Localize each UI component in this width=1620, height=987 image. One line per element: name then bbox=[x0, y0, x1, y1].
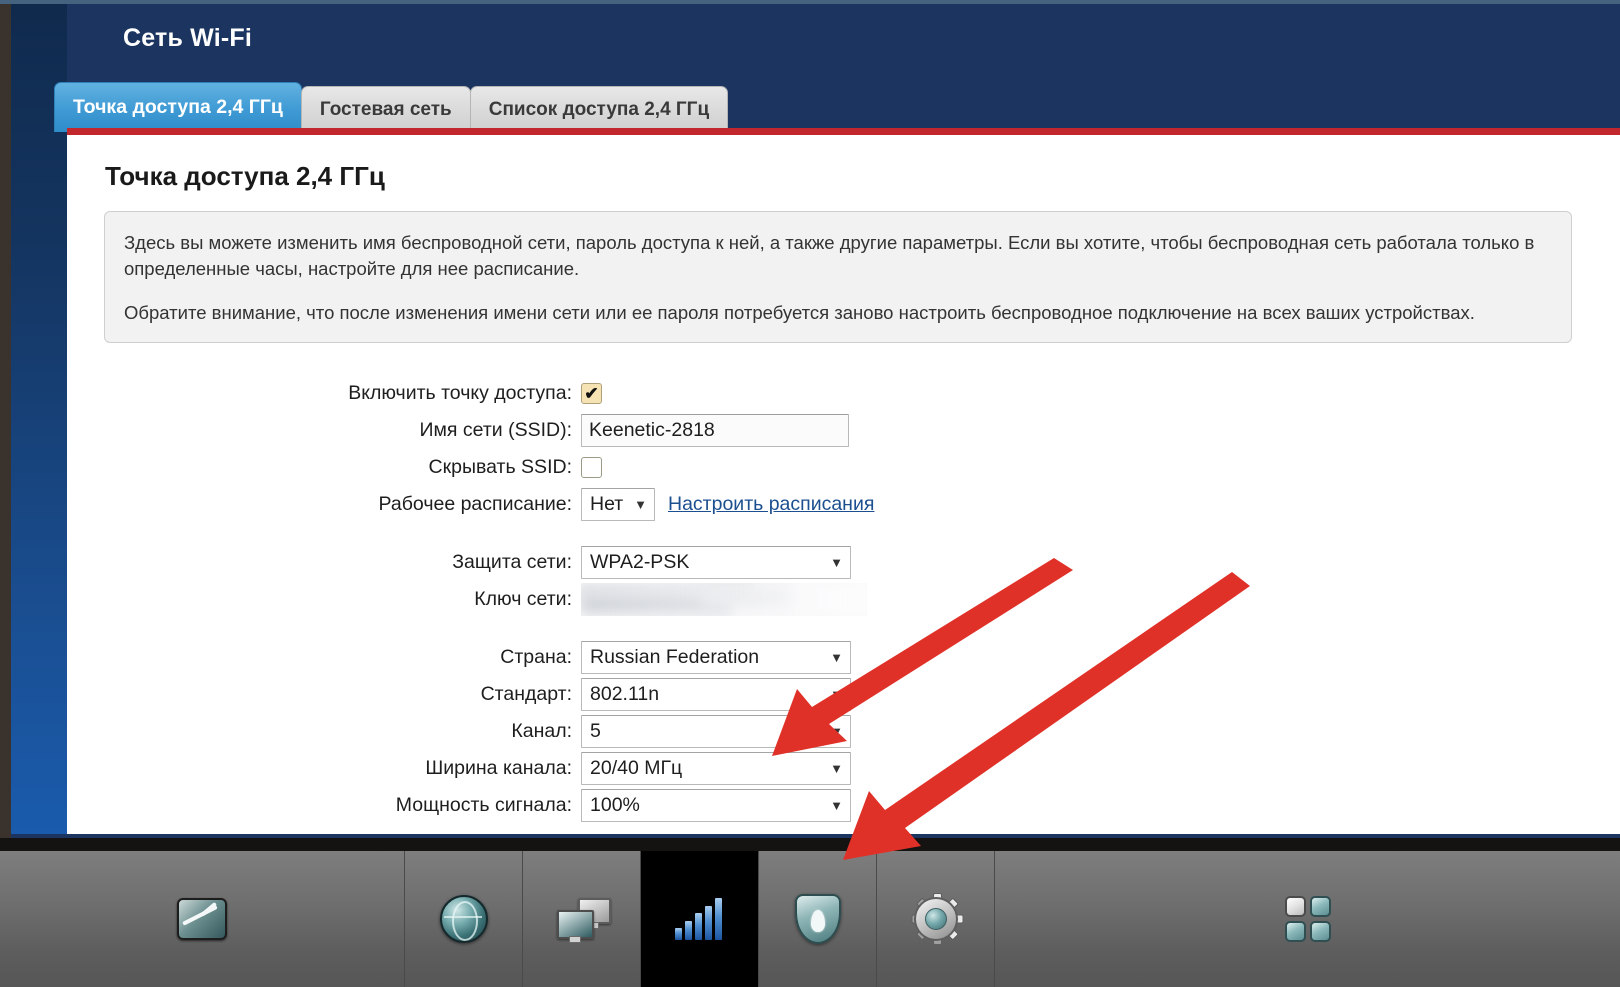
tab-guest-network[interactable]: Гостевая сеть bbox=[300, 86, 471, 132]
channel-select[interactable]: 5 ▼ bbox=[581, 715, 851, 748]
schedule-select-value: Нет bbox=[590, 493, 624, 515]
hide-ssid-label: Скрывать SSID: bbox=[428, 456, 572, 478]
section-heading: Точка доступа 2,4 ГГц bbox=[105, 161, 385, 191]
standard-select[interactable]: 802.11n ▼ bbox=[581, 678, 851, 711]
info-paragraph-2: Обратите внимание, что после изменения и… bbox=[124, 301, 1475, 323]
row-enable-ap: Включить точку доступа: ✔ bbox=[85, 375, 1620, 412]
row-channel: Канал: 5 ▼ bbox=[85, 713, 1620, 750]
chevron-down-icon: ▼ bbox=[830, 687, 843, 702]
standard-select-value: 802.11n bbox=[590, 683, 660, 705]
country-select-value: Russian Federation bbox=[590, 646, 760, 668]
network-key-label: Ключ сети: bbox=[474, 588, 572, 610]
channel-width-label: Ширина канала: bbox=[425, 757, 572, 779]
enable-ap-label: Включить точку доступа: bbox=[348, 382, 572, 404]
ssid-input[interactable]: Keenetic-2818 bbox=[581, 414, 849, 447]
appbar-item-internet[interactable] bbox=[405, 851, 523, 987]
appbar-item-chart[interactable] bbox=[0, 851, 405, 987]
schedule-select[interactable]: Нет ▼ bbox=[581, 488, 655, 521]
appbar-item-home-network[interactable] bbox=[523, 851, 641, 987]
chart-icon bbox=[177, 898, 227, 940]
access-point-form: Включить точку доступа: ✔ Имя сети (SSID… bbox=[85, 375, 1620, 824]
tab-bar: Точка доступа 2,4 ГГц Гостевая сеть Спис… bbox=[54, 82, 729, 132]
signal-power-select[interactable]: 100% ▼ bbox=[581, 789, 851, 822]
appbar-item-signal-bars[interactable] bbox=[641, 851, 759, 987]
signal-power-select-value: 100% bbox=[590, 794, 640, 816]
row-country: Страна: Russian Federation ▼ bbox=[85, 639, 1620, 676]
country-label: Страна: bbox=[500, 646, 572, 668]
globe-icon bbox=[439, 895, 488, 943]
appbar-item-settings[interactable] bbox=[877, 851, 995, 987]
tab-access-list-24[interactable]: Список доступа 2,4 ГГц bbox=[469, 86, 729, 132]
info-box: Здесь вы можете изменить имя беспроводно… bbox=[104, 211, 1572, 343]
row-ssid: Имя сети (SSID): Keenetic-2818 bbox=[85, 412, 1620, 449]
row-channel-width: Ширина канала: 20/40 МГц ▼ bbox=[85, 750, 1620, 787]
router-web-interface: Сеть Wi-Fi Точка доступа 2,4 ГГц Гостева… bbox=[0, 0, 1620, 838]
row-network-key: Ключ сети: bbox=[85, 581, 1620, 618]
chevron-down-icon: ▼ bbox=[830, 650, 843, 665]
apps-tiles-icon bbox=[1284, 896, 1331, 942]
chevron-down-icon: ▼ bbox=[830, 761, 843, 776]
enable-ap-checkbox[interactable]: ✔ bbox=[581, 383, 602, 404]
page-title: Сеть Wi-Fi bbox=[123, 24, 253, 52]
hide-ssid-checkbox[interactable] bbox=[581, 457, 602, 478]
channel-select-value: 5 bbox=[590, 720, 601, 742]
schedule-label: Рабочее расписание: bbox=[378, 493, 572, 515]
signal-power-label: Мощность сигнала: bbox=[395, 794, 572, 816]
configure-schedules-link[interactable]: Настроить расписания bbox=[668, 493, 874, 516]
app-bar-top-edge bbox=[0, 838, 1620, 851]
network-key-input[interactable] bbox=[581, 583, 867, 616]
chevron-down-icon: ▼ bbox=[830, 724, 843, 739]
app-bar-items bbox=[0, 851, 1620, 987]
channel-width-select[interactable]: 20/40 МГц ▼ bbox=[581, 752, 851, 785]
row-signal-power: Мощность сигнала: 100% ▼ bbox=[85, 787, 1620, 824]
row-standard: Стандарт: 802.11n ▼ bbox=[85, 676, 1620, 713]
chevron-down-icon: ▼ bbox=[634, 497, 647, 512]
appbar-item-firewall[interactable] bbox=[759, 851, 877, 987]
standard-label: Стандарт: bbox=[480, 683, 572, 705]
security-select-value: WPA2-PSK bbox=[590, 551, 690, 573]
info-paragraph-1: Здесь вы можете изменить имя беспроводно… bbox=[124, 232, 1535, 280]
security-select[interactable]: WPA2-PSK ▼ bbox=[581, 546, 851, 579]
security-label: Защита сети: bbox=[452, 551, 572, 573]
redaction-blur bbox=[581, 583, 867, 616]
appbar-item-applications[interactable] bbox=[995, 851, 1620, 987]
row-hide-ssid: Скрывать SSID: bbox=[85, 449, 1620, 486]
tab-access-point-24[interactable]: Точка доступа 2,4 ГГц bbox=[54, 82, 302, 132]
row-security: Защита сети: WPA2-PSK ▼ bbox=[85, 544, 1620, 581]
signal-bars-icon bbox=[674, 898, 725, 940]
row-schedule: Рабочее расписание: Нет ▼ Настроить расп… bbox=[85, 486, 1620, 523]
window-left-chrome bbox=[0, 0, 11, 838]
country-select[interactable]: Russian Federation ▼ bbox=[581, 641, 851, 674]
content-panel: Точка доступа 2,4 ГГц Здесь вы можете из… bbox=[67, 135, 1620, 834]
header-red-divider bbox=[67, 128, 1620, 135]
channel-label: Канал: bbox=[511, 720, 572, 742]
gear-icon bbox=[911, 893, 963, 945]
check-icon: ✔ bbox=[584, 384, 599, 403]
chevron-down-icon: ▼ bbox=[830, 798, 843, 813]
bottom-app-bar bbox=[0, 838, 1620, 987]
channel-width-select-value: 20/40 МГц bbox=[590, 757, 683, 779]
monitors-icon bbox=[556, 897, 611, 943]
chevron-down-icon: ▼ bbox=[830, 555, 843, 570]
ssid-label: Имя сети (SSID): bbox=[419, 419, 572, 441]
firewall-shield-icon bbox=[794, 894, 841, 944]
